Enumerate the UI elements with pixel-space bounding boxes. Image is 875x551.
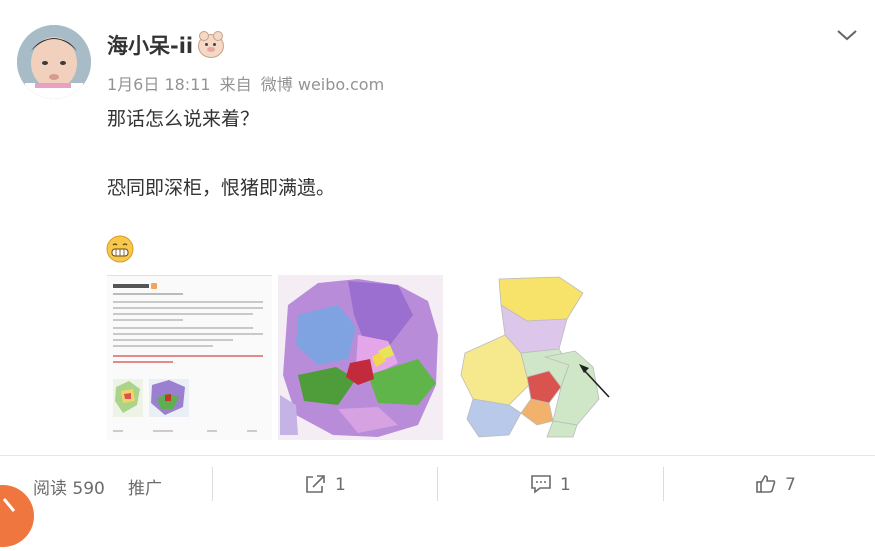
comment-button[interactable]: 1 (530, 474, 571, 495)
comment-count: 1 (560, 475, 571, 495)
read-label: 阅读 (33, 479, 67, 499)
repost-icon (306, 475, 325, 493)
divider (437, 467, 438, 501)
divider (663, 467, 664, 501)
avatar[interactable] (17, 25, 91, 99)
avatar-photo (17, 25, 91, 99)
like-button[interactable]: 7 (755, 474, 796, 495)
post-time[interactable]: 1月6日 18:11 (107, 75, 211, 94)
grin-emoji-icon (106, 235, 134, 263)
image-thumbnail-1[interactable] (107, 275, 272, 440)
post-meta: 1月6日 18:11 来自 微博 weibo.com (107, 71, 388, 95)
promote-button[interactable]: 推广 (128, 474, 162, 499)
chevron-down-icon[interactable] (835, 27, 859, 43)
post-screenshot-image (107, 275, 272, 440)
comment-icon (531, 475, 551, 494)
pig-badge-icon (198, 31, 224, 58)
thumbs-up-icon (756, 475, 776, 493)
like-count: 7 (785, 475, 796, 495)
post-text-line-1: 那话怎么说来着？ (107, 108, 260, 130)
author-name[interactable]: 海小呆-ii (107, 30, 193, 60)
slash-icon (2, 498, 16, 512)
image-thumbnail-3[interactable] (449, 275, 614, 440)
district-map-image (278, 275, 443, 440)
repost-count: 1 (335, 475, 346, 495)
read-count-value: 590 (72, 479, 105, 499)
post-source[interactable]: 微博 weibo.com (261, 75, 384, 94)
region-map-image (449, 275, 614, 440)
divider (212, 467, 213, 501)
repost-button[interactable]: 1 (305, 474, 346, 495)
source-prefix: 来自 (219, 75, 252, 94)
post-text-line-2: 恐同即深柜，恨猪即满遗。 (107, 177, 336, 199)
floating-action-button[interactable] (0, 485, 34, 547)
image-thumbnail-2[interactable] (278, 275, 443, 440)
read-count: 阅读 590 (33, 474, 105, 499)
promote-label: 推广 (128, 479, 162, 499)
